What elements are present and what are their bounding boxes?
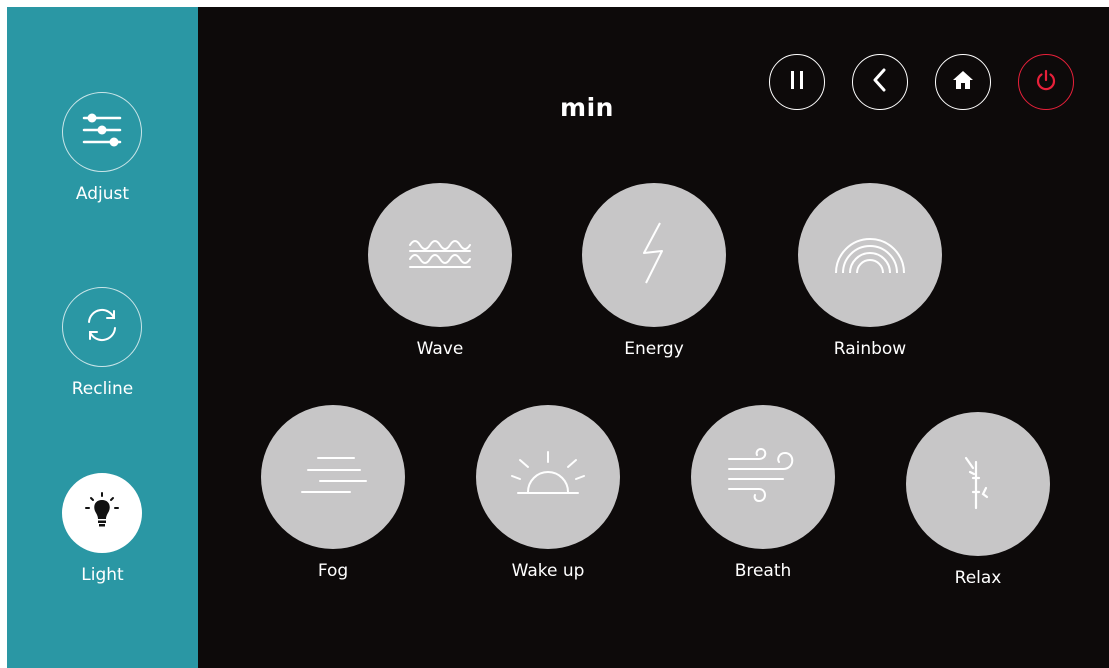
sidebar-button-light[interactable]: [62, 473, 142, 553]
mode-label: Relax: [954, 568, 1002, 588]
mode-wake-up-button[interactable]: [476, 405, 620, 549]
mode-label: Wave: [416, 339, 464, 359]
back-button[interactable]: [852, 54, 908, 110]
mode-breath-button[interactable]: [691, 405, 835, 549]
sliders-icon: [82, 112, 122, 152]
mode-wave-button[interactable]: [368, 183, 512, 327]
fog-icon: [298, 452, 368, 502]
home-icon: [952, 69, 974, 95]
mode-label: Fog: [317, 561, 349, 581]
rotate-arrows-icon: [83, 306, 121, 348]
power-button[interactable]: [1018, 54, 1074, 110]
sidebar-button-recline[interactable]: [62, 287, 142, 367]
rainbow-icon: [830, 229, 910, 281]
bamboo-icon: [958, 452, 998, 516]
mode-label: Rainbow: [833, 339, 907, 359]
lightbulb-icon: [82, 491, 122, 535]
mode-rainbow-button[interactable]: [798, 183, 942, 327]
mode-label: Wake up: [511, 561, 585, 581]
pause-button[interactable]: [769, 54, 825, 110]
sidebar: Adjust Recline Light: [7, 7, 198, 668]
wave-icon: [408, 233, 472, 277]
lightning-icon: [634, 221, 674, 289]
mode-fog-button[interactable]: [261, 405, 405, 549]
pause-icon: [787, 69, 807, 95]
home-button[interactable]: [935, 54, 991, 110]
mode-label: Breath: [734, 561, 792, 581]
mode-label: Energy: [624, 339, 684, 359]
sidebar-button-adjust[interactable]: [62, 92, 142, 172]
power-icon: [1034, 68, 1058, 96]
sidebar-item-label: Recline: [71, 379, 134, 399]
wind-icon: [725, 445, 801, 509]
app-screen: Adjust Recline Light min Wave Energy Rai…: [7, 7, 1109, 668]
mode-energy-button[interactable]: [582, 183, 726, 327]
sunrise-icon: [510, 450, 586, 504]
sidebar-item-label: Adjust: [75, 184, 130, 204]
back-icon: [870, 68, 890, 96]
mode-relax-button[interactable]: [906, 412, 1050, 556]
sidebar-item-label: Light: [81, 565, 124, 585]
page-title: min: [560, 93, 614, 122]
